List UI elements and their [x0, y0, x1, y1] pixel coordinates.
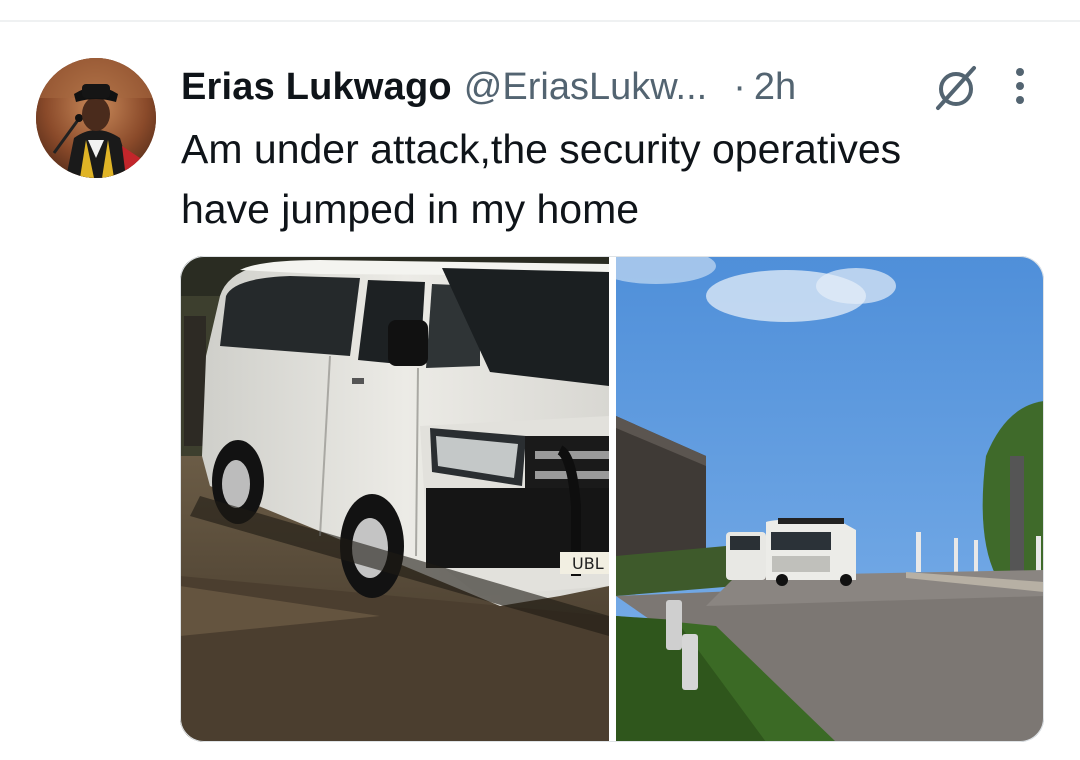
author-name[interactable]: Erias Lukwago — [181, 66, 452, 109]
tweet-card[interactable]: Erias Lukwago @EriasLukw... · 2h Am unde… — [0, 0, 1080, 742]
tweet-text: Am under attack,the security operatives … — [181, 119, 1041, 239]
grok-icon[interactable] — [928, 62, 984, 112]
tweet-text-line-1: Am under attack,the security operatives — [181, 126, 902, 172]
media-photo-compound-driveway[interactable] — [596, 256, 1044, 742]
timestamp[interactable]: 2h — [754, 66, 796, 109]
media-grid: UBL — [180, 256, 1044, 742]
media-photo-van-closeup[interactable]: UBL — [180, 256, 609, 742]
avatar[interactable] — [36, 58, 156, 178]
tweet-header: Erias Lukwago @EriasLukw... · 2h — [181, 62, 796, 112]
separator-dot: · — [733, 65, 746, 108]
more-options-icon[interactable] — [1004, 64, 1036, 108]
license-plate-text: UBL — [572, 554, 604, 573]
avatar-image — [36, 58, 156, 178]
author-handle[interactable]: @EriasLukw... — [464, 66, 707, 109]
tweet-text-line-2: have jumped in my home — [181, 186, 640, 232]
